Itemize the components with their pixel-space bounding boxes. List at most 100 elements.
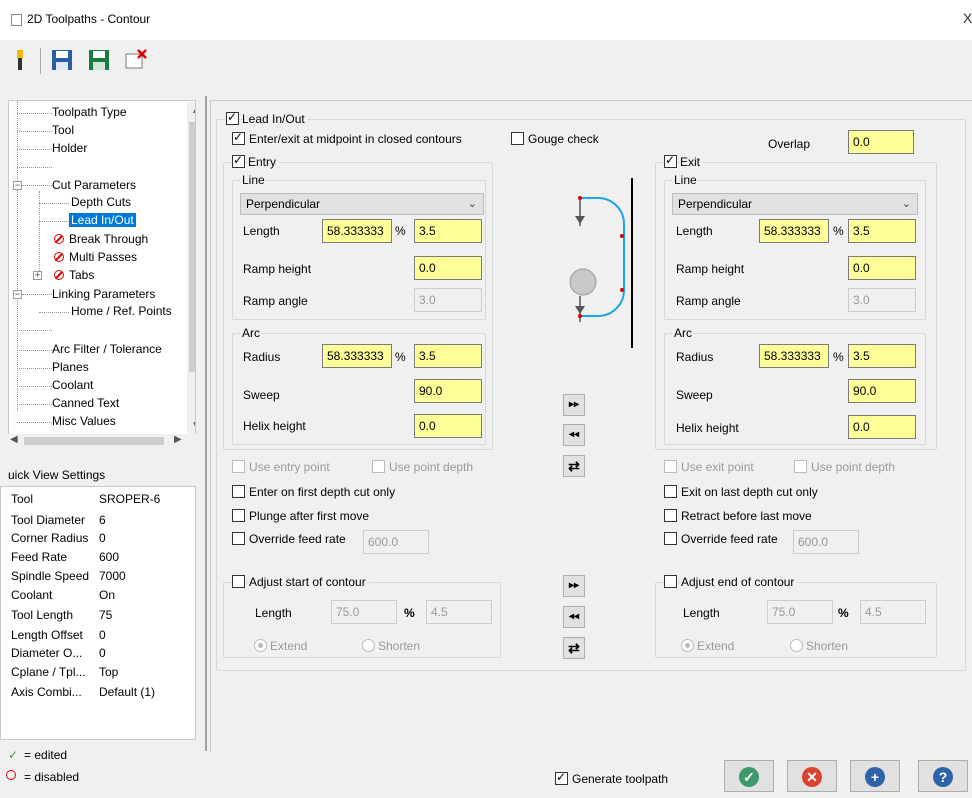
adjust-start-length-input[interactable]: 75.0 (331, 600, 397, 624)
scroll-right-icon[interactable]: ▶ (174, 434, 182, 445)
tree-line (17, 350, 52, 351)
exit-length-input[interactable]: 3.5 (848, 219, 916, 243)
exit-helix-label: Helix height (676, 421, 739, 435)
exit-sweep-input[interactable]: 90.0 (848, 379, 916, 403)
entry-ramp-height-input[interactable]: 0.0 (414, 256, 482, 280)
adjust-end-checkbox[interactable] (664, 575, 677, 588)
use-exit-point-checkbox[interactable] (664, 460, 677, 473)
help-button[interactable]: ? (918, 760, 968, 792)
exit-checkbox[interactable] (664, 153, 677, 168)
retract-checkbox[interactable] (664, 509, 677, 522)
entry-ramp-angle-label: Ramp angle (243, 294, 308, 308)
tree-item-tabs[interactable]: Tabs (54, 268, 94, 282)
entry-checkbox[interactable] (232, 153, 245, 168)
adjust-start-extend-radio[interactable] (254, 639, 267, 652)
expand-toggle[interactable]: + (33, 271, 42, 280)
tool-icon[interactable] (8, 48, 32, 72)
collapse-toggle[interactable]: − (13, 290, 22, 299)
qv-value: 7000 (99, 569, 126, 583)
copy-left-button[interactable]: ◂◂ (563, 424, 585, 446)
tree-item-multi-passes[interactable]: Multi Passes (54, 250, 137, 264)
entry-sweep-input[interactable]: 90.0 (414, 379, 482, 403)
adjust-start-checkbox[interactable] (232, 575, 245, 588)
midpoint-checkbox[interactable] (232, 130, 245, 145)
entry-line-type-select[interactable]: Perpendicular ⌄ (240, 193, 484, 215)
entry-use-point-depth-checkbox[interactable] (372, 460, 385, 473)
adjust-start-pct-input[interactable]: 4.5 (426, 600, 492, 624)
generate-toolpath-checkbox[interactable] (555, 770, 568, 785)
cancel-button[interactable]: ✕ (787, 760, 837, 792)
close-button[interactable]: X (963, 10, 972, 26)
swap-button[interactable]: ⇄ (563, 455, 585, 477)
tree-horizontal-scrollbar[interactable]: ◀ ▶ (8, 434, 196, 448)
use-entry-point-checkbox[interactable] (232, 460, 245, 473)
tree-item-cut-parameters[interactable]: Cut Parameters (52, 178, 136, 192)
save-as-icon[interactable] (87, 48, 111, 72)
entry-ramp-height-label: Ramp height (243, 262, 312, 276)
panel-splitter[interactable] (205, 96, 207, 751)
tree-item-home-ref-points[interactable]: Home / Ref. Points (71, 304, 172, 318)
entry-radius-input[interactable]: 3.5 (414, 344, 482, 368)
exit-line-type-select[interactable]: Perpendicular ⌄ (672, 193, 918, 215)
adjust-copy-left-button[interactable]: ◂◂ (563, 606, 585, 628)
adjust-end-pct-input[interactable]: 4.5 (860, 600, 926, 624)
scroll-thumb[interactable] (24, 437, 164, 445)
tree-item-break-through[interactable]: Break Through (54, 232, 148, 246)
tree-item-holder[interactable]: Holder (52, 141, 87, 155)
tree-item-lead-in-out[interactable]: Lead In/Out (69, 213, 136, 227)
exit-override-feed-input[interactable]: 600.0 (793, 530, 859, 554)
exit-use-point-depth-checkbox[interactable] (794, 460, 807, 473)
scroll-up-icon[interactable]: ▲ (191, 105, 195, 116)
tree-item-arc-filter[interactable]: Arc Filter / Tolerance (52, 342, 162, 356)
tree-item-coolant[interactable]: Coolant (52, 378, 93, 392)
entry-ramp-angle-input[interactable]: 3.0 (414, 288, 482, 312)
exit-radius-pct-input[interactable]: 58.333333 (759, 344, 829, 368)
tree-item-canned-text[interactable]: Canned Text (52, 396, 119, 410)
entry-override-feed-input[interactable]: 600.0 (363, 530, 429, 554)
adjust-end-shorten-radio[interactable] (790, 639, 803, 652)
add-button[interactable]: + (850, 760, 900, 792)
copy-right-button[interactable]: ▸▸ (563, 394, 585, 416)
entry-helix-input[interactable]: 0.0 (414, 414, 482, 438)
gouge-check-checkbox[interactable] (511, 132, 524, 145)
save-icon[interactable] (50, 48, 74, 72)
exit-ramp-angle-input[interactable]: 3.0 (848, 288, 916, 312)
exit-ramp-height-input[interactable]: 0.0 (848, 256, 916, 280)
entry-override-feed-checkbox[interactable] (232, 532, 245, 545)
collapse-toggle[interactable]: − (13, 181, 22, 190)
adjust-end-length-input[interactable]: 75.0 (767, 600, 833, 624)
tree-item-misc-values[interactable]: Misc Values (52, 414, 116, 428)
tree-item-depth-cuts[interactable]: Depth Cuts (71, 195, 131, 209)
ok-button[interactable]: ✓ (724, 760, 774, 792)
tree-vertical-scrollbar[interactable]: ▲ ▼ (187, 102, 195, 436)
adjust-start-shorten-radio[interactable] (362, 639, 375, 652)
entry-length-pct-input[interactable]: 58.333333 (322, 219, 392, 243)
lead-in-out-checkbox[interactable] (226, 110, 239, 125)
entry-radius-pct-input[interactable]: 58.333333 (322, 344, 392, 368)
entry-length-input[interactable]: 3.5 (414, 219, 482, 243)
scroll-left-icon[interactable]: ◀ (10, 434, 18, 445)
adjust-copy-right-button[interactable]: ▸▸ (563, 575, 585, 597)
scroll-down-icon[interactable]: ▼ (191, 420, 195, 431)
exit-radius-input[interactable]: 3.5 (848, 344, 916, 368)
exit-helix-input[interactable]: 0.0 (848, 415, 916, 439)
first-depth-cut-checkbox[interactable] (232, 485, 245, 498)
scroll-thumb[interactable] (189, 122, 195, 372)
tree-line (17, 404, 52, 405)
exit-length-pct-input[interactable]: 58.333333 (759, 219, 829, 243)
tree-item-tool[interactable]: Tool (52, 123, 74, 137)
plunge-checkbox[interactable] (232, 509, 245, 522)
last-depth-cut-checkbox[interactable] (664, 485, 677, 498)
tree-item-linking-parameters[interactable]: Linking Parameters (52, 287, 155, 301)
adjust-swap-button[interactable]: ⇄ (563, 637, 585, 659)
qv-label: Tool Diameter (11, 513, 86, 527)
delete-icon[interactable] (124, 48, 148, 72)
adjust-end-extend-radio[interactable] (681, 639, 694, 652)
help-icon: ? (933, 767, 953, 787)
tree-item-planes[interactable]: Planes (52, 360, 89, 374)
adjust-start-shorten-label: Shorten (378, 639, 421, 653)
tree-line (17, 422, 52, 423)
overlap-input[interactable]: 0.0 (848, 130, 914, 154)
exit-override-feed-checkbox[interactable] (664, 532, 677, 545)
tree-item-toolpath-type[interactable]: Toolpath Type (52, 105, 127, 119)
